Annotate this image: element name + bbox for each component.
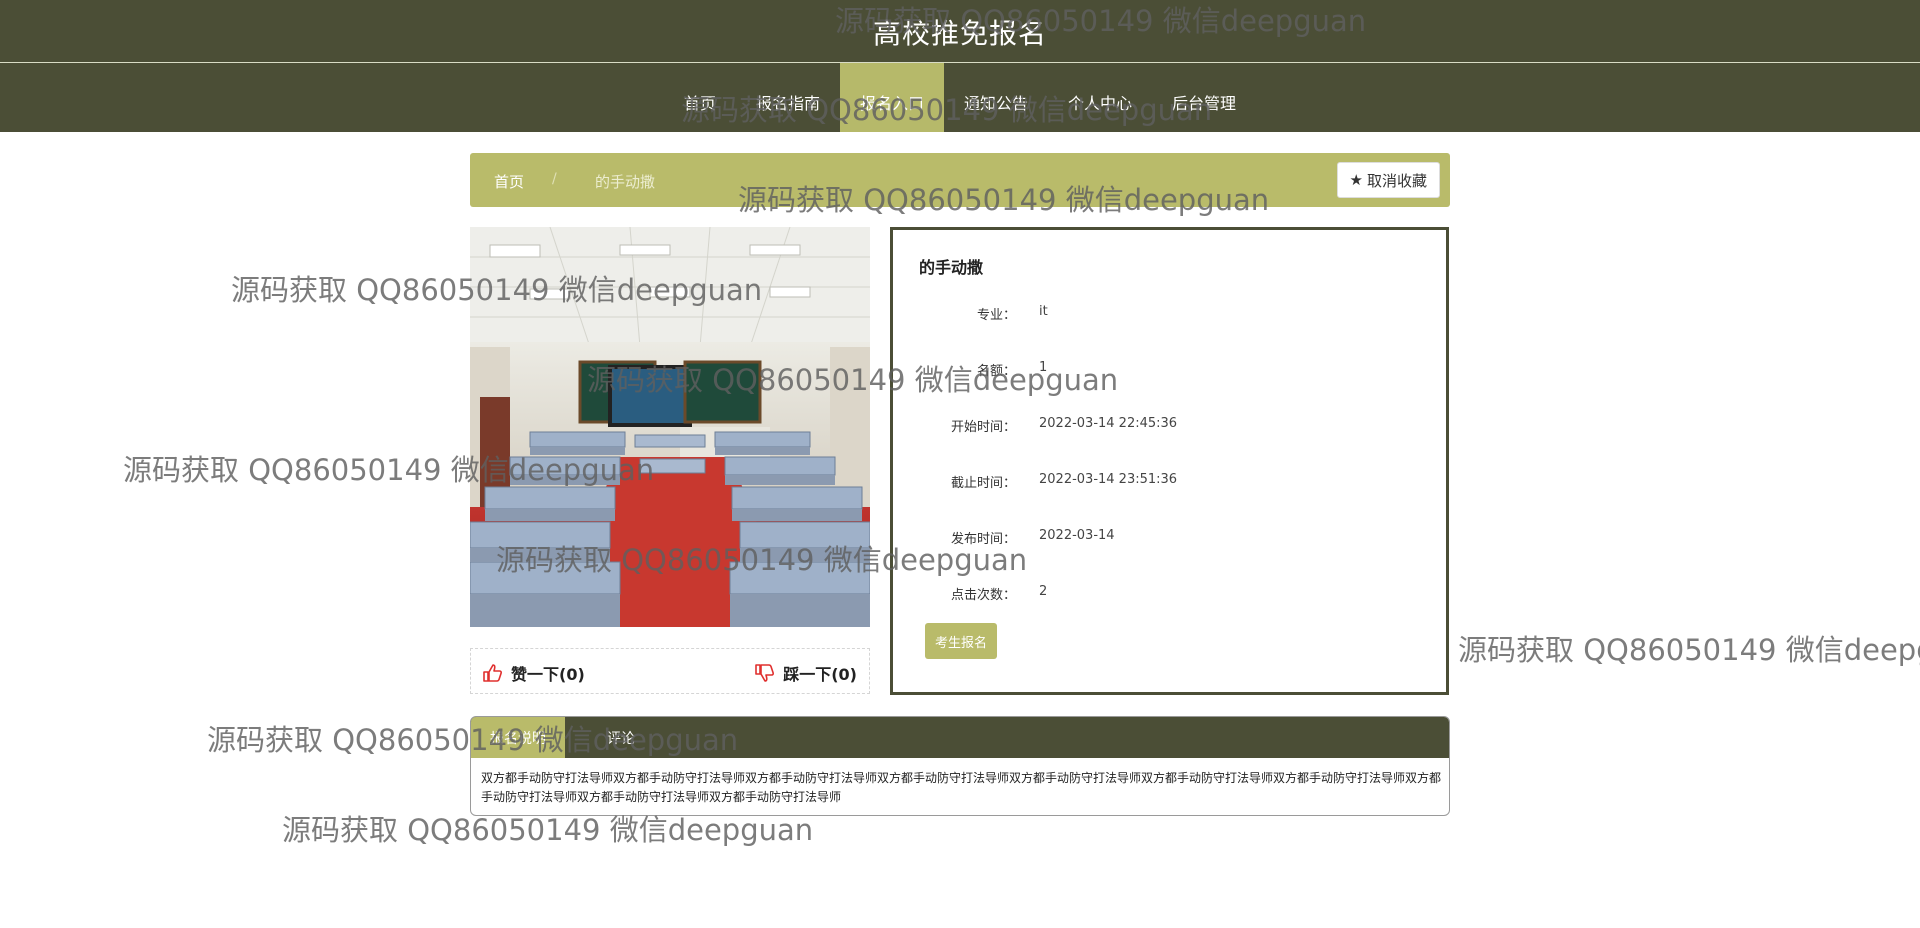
field-value: 2022-03-14 23:51:36 xyxy=(1039,472,1178,487)
thumbs-up-icon xyxy=(483,664,502,682)
field-value: 2022-03-14 xyxy=(1039,528,1115,543)
classroom-image xyxy=(470,227,870,627)
tabs-header: 报名说明 评论 xyxy=(471,717,1449,758)
header-title-bar: 高校推免报名 xyxy=(0,0,1920,63)
field-value: 1 xyxy=(1039,360,1048,375)
star-icon: ★ xyxy=(1349,171,1363,189)
detail-row-start-time: 开始时间： 2022-03-14 22:45:36 xyxy=(893,416,1446,436)
breadcrumb-home-link[interactable]: 首页 xyxy=(494,171,524,192)
nav-item-signup-entry[interactable]: 报名入口 xyxy=(839,63,944,132)
breadcrumb-current: 的手动撒 xyxy=(595,173,656,191)
like-button[interactable]: 赞一下(0) xyxy=(483,661,585,685)
field-label: 点击次数： xyxy=(950,588,1016,603)
field-label: 截止时间： xyxy=(950,476,1016,491)
watermark-text: 源码获取 QQ86050149 微信deepguan xyxy=(1458,633,1920,667)
tabs-box: 报名说明 评论 双方都手动防守打法导师双方都手动防守打法导师双方都手动防守打法导… xyxy=(470,716,1450,816)
site-title: 高校推免报名 xyxy=(872,17,1047,50)
watermark-text: 源码获取 QQ86050149 微信deepguan xyxy=(282,813,814,847)
detail-row-clicks: 点击次数： 2 xyxy=(893,584,1446,604)
nav-item-home[interactable]: 首页 xyxy=(664,63,736,132)
unfavorite-button[interactable]: ★ 取消收藏 xyxy=(1336,162,1440,198)
detail-panel: 的手动撒 专业： it 名额： 1 开始时间： 2022-03-14 22:45… xyxy=(890,227,1449,695)
nav-item-profile[interactable]: 个人中心 xyxy=(1048,63,1152,132)
field-label: 名额： xyxy=(976,364,1016,379)
vote-bar: 赞一下(0) 踩一下(0) xyxy=(470,648,870,694)
dislike-button[interactable]: 踩一下(0) xyxy=(755,661,857,685)
signup-button[interactable]: 考生报名 xyxy=(925,623,998,659)
detail-row-publish-date: 发布时间： 2022-03-14 xyxy=(893,528,1446,548)
breadcrumb: 首页 / 的手动撒 ★ 取消收藏 xyxy=(470,153,1450,207)
breadcrumb-separator: / xyxy=(552,171,557,187)
main-nav: 首页 报名指南 报名入口 通知公告 个人中心 后台管理 xyxy=(0,63,1920,132)
main-image xyxy=(470,227,870,627)
thumbs-down-icon xyxy=(755,664,775,682)
like-label: 赞一下(0) xyxy=(511,665,585,684)
nav-item-guide[interactable]: 报名指南 xyxy=(736,63,840,132)
field-value: 2022-03-14 22:45:36 xyxy=(1039,416,1178,431)
field-label: 专业： xyxy=(976,308,1016,323)
nav-item-admin[interactable]: 后台管理 xyxy=(1152,63,1256,132)
detail-row-major: 专业： it xyxy=(893,304,1446,324)
tab-comments[interactable]: 评论 xyxy=(591,717,651,758)
field-label: 开始时间： xyxy=(950,420,1016,435)
unfavorite-label: 取消收藏 xyxy=(1366,171,1427,190)
field-label: 发布时间： xyxy=(950,532,1016,547)
nav-list: 首页 报名指南 报名入口 通知公告 个人中心 后台管理 xyxy=(0,63,1920,132)
detail-row-end-time: 截止时间： 2022-03-14 23:51:36 xyxy=(893,472,1446,492)
nav-item-notices[interactable]: 通知公告 xyxy=(944,63,1048,132)
field-value: 2 xyxy=(1039,584,1048,599)
dislike-label: 踩一下(0) xyxy=(783,665,857,684)
detail-title: 的手动撒 xyxy=(919,258,984,277)
field-value: it xyxy=(1039,304,1048,319)
tab-content: 双方都手动防守打法导师双方都手动防守打法导师双方都手动防守打法导师双方都手动防守… xyxy=(481,771,1442,804)
tab-signup-notes[interactable]: 报名说明 xyxy=(471,717,565,758)
detail-row-quota: 名额： 1 xyxy=(893,360,1446,380)
